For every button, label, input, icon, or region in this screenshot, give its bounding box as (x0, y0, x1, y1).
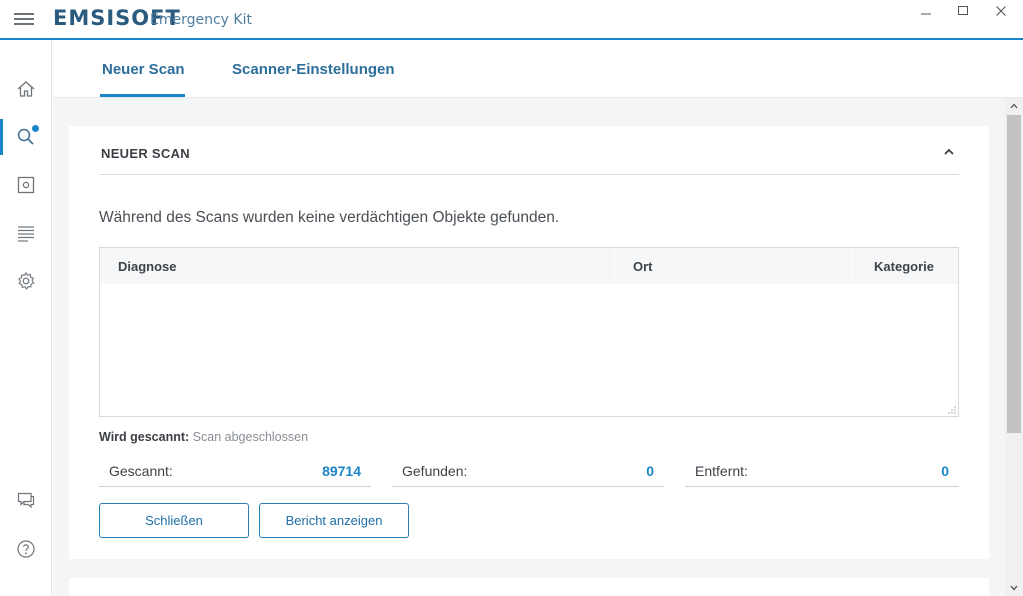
nav-logs[interactable] (0, 215, 52, 251)
scan-status-label: Wird gescannt: (99, 430, 190, 444)
nav-scan[interactable] (0, 119, 52, 155)
column-header-ort[interactable]: Ort (633, 259, 653, 274)
chevron-up-icon (944, 148, 954, 155)
scroll-up-button[interactable] (1005, 98, 1023, 114)
nav-settings[interactable] (0, 263, 52, 299)
title-bar: EMSISOFT Emergency Kit (0, 0, 1023, 38)
scroll-down-button[interactable] (1005, 580, 1023, 596)
scrollbar[interactable] (1005, 98, 1023, 596)
stat-value: 0 (941, 463, 949, 479)
nav-quarantine[interactable] (0, 167, 52, 203)
tab-bar: Neuer Scan Scanner-Einstellungen (53, 40, 1023, 98)
close-button[interactable]: Schließen (99, 503, 249, 538)
scan-result-message: Während des Scans wurden keine verdächti… (99, 209, 560, 226)
notification-dot (32, 125, 39, 132)
maximize-icon (958, 6, 968, 15)
active-tab-indicator (100, 94, 185, 97)
menu-icon[interactable] (14, 12, 36, 26)
table-header: Diagnose Ort Kategorie (100, 248, 958, 284)
nav-help[interactable] (0, 531, 52, 567)
settings-icon (18, 272, 35, 290)
nav-home[interactable] (0, 71, 52, 107)
stat-label: Entfernt: (695, 463, 748, 479)
help-icon (17, 540, 35, 558)
close-window-button[interactable] (982, 0, 1020, 22)
stat-found: Gefunden: 0 (392, 455, 664, 487)
maximize-button[interactable] (944, 0, 982, 22)
chevron-up-icon (1010, 103, 1018, 109)
tab-scanner-settings[interactable]: Scanner-Einstellungen (232, 61, 395, 78)
minimize-icon (921, 13, 931, 15)
chat-icon (17, 492, 35, 509)
brand-subtitle: Emergency Kit (150, 12, 252, 28)
quarantine-icon (17, 176, 35, 194)
home-icon (17, 81, 35, 97)
stat-value: 0 (646, 463, 654, 479)
minimize-button[interactable] (907, 0, 945, 22)
scrollbar-thumb[interactable] (1007, 115, 1021, 433)
card-title: NEUER SCAN (101, 146, 190, 161)
card-divider (99, 174, 959, 175)
content-area: NEUER SCAN Während des Scans wurden kein… (53, 98, 1005, 596)
stat-label: Gescannt: (109, 463, 173, 479)
scan-status: Wird gescannt: Scan abgeschlossen (99, 430, 308, 444)
stat-removed: Entfernt: 0 (685, 455, 959, 487)
logs-icon (18, 226, 34, 242)
stat-label: Gefunden: (402, 463, 468, 479)
close-icon (996, 6, 1006, 16)
nav-feedback[interactable] (0, 482, 52, 518)
show-report-button[interactable]: Bericht anzeigen (259, 503, 409, 538)
chevron-down-icon (1010, 585, 1018, 591)
left-nav (0, 40, 52, 596)
app-window: EMSISOFT Emergency Kit Neuer Scan Scanne… (0, 0, 1023, 596)
resize-grip-icon[interactable] (948, 406, 956, 414)
scan-status-value: Scan abgeschlossen (192, 430, 309, 444)
results-table[interactable]: Diagnose Ort Kategorie (99, 247, 959, 417)
column-header-kategorie[interactable]: Kategorie (874, 259, 934, 274)
stat-value: 89714 (322, 463, 361, 479)
scan-card: NEUER SCAN Während des Scans wurden kein… (69, 126, 989, 559)
column-divider (614, 248, 615, 284)
column-divider (852, 248, 853, 284)
column-header-diagnose[interactable]: Diagnose (118, 259, 177, 274)
stat-scanned: Gescannt: 89714 (99, 455, 371, 487)
tab-new-scan[interactable]: Neuer Scan (102, 61, 185, 78)
next-card (69, 578, 989, 596)
collapse-button[interactable] (941, 144, 957, 160)
